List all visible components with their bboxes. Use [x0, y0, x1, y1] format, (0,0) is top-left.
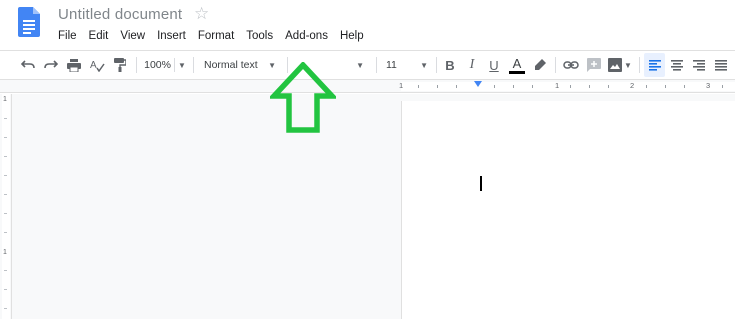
font-size-value: 11 [386, 59, 397, 71]
vertical-ruler-label: 1 [3, 249, 7, 256]
font-size-select[interactable]: 11 ▼ [382, 51, 432, 79]
ruler-label: 2 [630, 81, 635, 90]
ruler-tick [646, 85, 647, 88]
toolbar-divider [555, 57, 556, 73]
print-icon[interactable] [64, 51, 84, 79]
toolbar-divider [136, 57, 137, 73]
paint-format-icon[interactable] [110, 51, 130, 79]
vertical-ruler-tick [4, 308, 7, 309]
vertical-ruler-tick [4, 213, 7, 214]
ruler-label: 3 [706, 81, 711, 90]
vertical-ruler-page-area [2, 94, 10, 319]
text-color-label: A [512, 55, 522, 71]
annotation-arrow-up-icon [270, 62, 336, 133]
ruler-tick [608, 85, 609, 88]
style-select[interactable]: Normal text ▼ [200, 51, 280, 79]
vertical-ruler-tick [4, 175, 7, 176]
redo-icon[interactable] [41, 51, 61, 79]
indent-marker[interactable] [474, 81, 482, 87]
toolbar-divider [639, 57, 640, 73]
vertical-ruler-tick [4, 118, 7, 119]
text-cursor [480, 176, 482, 191]
document-title[interactable]: Untitled document [58, 6, 182, 23]
ruler-tick [570, 85, 571, 88]
menu-bar: File Edit View Insert Format Tools Add-o… [52, 28, 370, 46]
style-value: Normal text [204, 59, 258, 71]
vertical-ruler-tick [4, 194, 7, 195]
spellcheck-icon[interactable]: A [87, 51, 107, 79]
chevron-down-icon: ▼ [177, 60, 186, 70]
bold-label: B [445, 57, 455, 73]
document-page[interactable] [401, 101, 735, 319]
ruler-tick [437, 85, 438, 88]
align-justify-icon[interactable] [711, 51, 731, 79]
highlighter-icon[interactable] [530, 51, 550, 79]
menu-edit[interactable]: Edit [83, 28, 115, 46]
toolbar: A 100% ▼ Normal text ▼ ▼ 11 ▼ B I U A ▼ [0, 50, 735, 80]
zoom-divider [173, 58, 175, 72]
ruler-tick [418, 85, 419, 88]
vertical-ruler-tick [4, 156, 7, 157]
undo-icon[interactable] [18, 51, 38, 79]
comment-icon[interactable] [584, 51, 604, 79]
ruler-tick [722, 85, 723, 88]
italic-button[interactable]: I [462, 51, 482, 79]
menu-view[interactable]: View [114, 28, 151, 46]
image-icon[interactable]: ▼ [606, 51, 634, 79]
svg-text:A: A [90, 60, 97, 71]
menu-help[interactable]: Help [334, 28, 370, 46]
text-color-button[interactable]: A [506, 51, 528, 79]
underline-label: U [489, 57, 499, 73]
docs-logo-icon[interactable] [18, 7, 40, 37]
ruler-label: 1 [399, 81, 404, 90]
title-bar: Untitled document ☆ File Edit View Inser… [0, 0, 735, 50]
menu-file[interactable]: File [52, 28, 83, 46]
vertical-ruler-label: 1 [3, 96, 7, 103]
horizontal-ruler[interactable]: 1 1 2 3 [0, 80, 735, 93]
ruler-tick [456, 85, 457, 88]
align-right-icon[interactable] [689, 51, 709, 79]
ruler-tick [665, 85, 666, 88]
ruler-tick [684, 85, 685, 88]
vertical-ruler-tick [4, 289, 7, 290]
menu-tools[interactable]: Tools [240, 28, 279, 46]
ruler-tick [589, 85, 590, 88]
chevron-down-icon: ▼ [624, 60, 632, 70]
menu-add-ons[interactable]: Add-ons [279, 28, 334, 46]
vertical-ruler[interactable]: 1 1 [0, 94, 12, 319]
toolbar-divider [376, 57, 377, 73]
vertical-ruler-tick [4, 232, 7, 233]
toolbar-divider [436, 57, 437, 73]
chevron-down-icon: ▼ [420, 60, 428, 70]
chevron-down-icon: ▼ [356, 60, 364, 70]
align-center-icon[interactable] [667, 51, 687, 79]
vertical-ruler-tick [4, 270, 7, 271]
document-canvas: 1 1 [0, 94, 735, 319]
underline-button[interactable]: U [484, 51, 504, 79]
link-icon[interactable] [560, 51, 582, 79]
align-left-icon[interactable] [644, 53, 665, 77]
zoom-value: 100% [144, 59, 171, 71]
ruler-label: 1 [555, 81, 560, 90]
vertical-ruler-tick [4, 137, 7, 138]
ruler-tick [532, 85, 533, 88]
menu-format[interactable]: Format [192, 28, 240, 46]
ruler-tick [494, 85, 495, 88]
menu-insert[interactable]: Insert [151, 28, 192, 46]
zoom-select[interactable]: 100% ▼ [142, 51, 188, 79]
star-icon[interactable]: ☆ [194, 4, 209, 24]
italic-label: I [469, 57, 475, 72]
text-color-swatch [509, 70, 525, 74]
bold-button[interactable]: B [440, 51, 460, 79]
toolbar-divider [193, 57, 194, 73]
ruler-tick [513, 85, 514, 88]
